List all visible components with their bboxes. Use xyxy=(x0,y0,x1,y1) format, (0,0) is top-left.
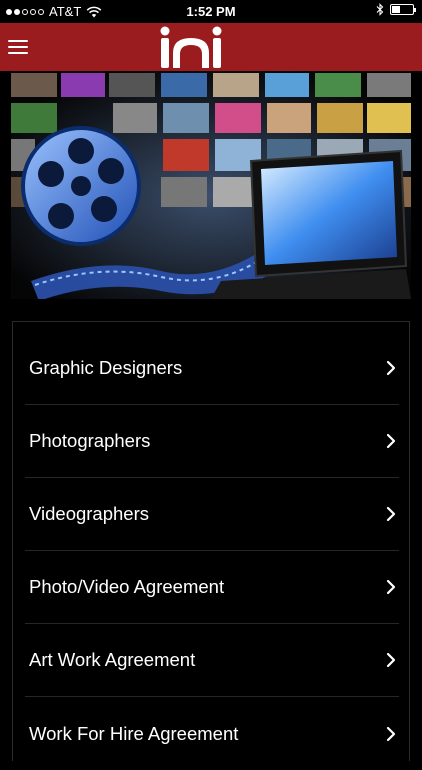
bluetooth-icon xyxy=(376,3,384,16)
nav-bar xyxy=(0,23,422,71)
list-item-label: Photo/Video Agreement xyxy=(29,576,225,597)
list-item-label: Videographers xyxy=(29,503,149,524)
chevron-right-icon xyxy=(386,652,396,668)
hamburger-icon[interactable] xyxy=(8,40,28,55)
list-item-photographers[interactable]: Photographers xyxy=(25,405,399,478)
list-item-photo-video-agreement[interactable]: Photo/Video Agreement xyxy=(25,551,399,624)
chevron-right-icon xyxy=(386,579,396,595)
chevron-right-icon xyxy=(386,433,396,449)
list-item-videographers[interactable]: Videographers xyxy=(25,478,399,551)
list-item-label: Art Work Agreement xyxy=(29,649,196,670)
status-bar: AT&T 1:52 PM xyxy=(0,0,422,23)
list-item-label: Photographers xyxy=(29,430,151,451)
list-item-label: Graphic Designers xyxy=(29,357,183,378)
battery-icon xyxy=(390,4,416,15)
chevron-right-icon xyxy=(386,506,396,522)
chevron-right-icon xyxy=(386,360,396,376)
hero-banner-image xyxy=(11,71,411,299)
list-item-graphic-designers[interactable]: Graphic Designers xyxy=(25,332,399,405)
list-item-label: Work For Hire Agreement xyxy=(29,722,239,744)
list-item-art-work-agreement[interactable]: Art Work Agreement xyxy=(25,624,399,697)
app-logo-icon xyxy=(160,26,222,68)
menu-list: Graphic Designers Photographers Videogra… xyxy=(12,321,410,761)
chevron-right-icon xyxy=(386,726,396,741)
list-item-work-for-hire-agreement[interactable]: Work For Hire Agreement xyxy=(25,697,399,770)
status-time: 1:52 PM xyxy=(186,4,236,19)
